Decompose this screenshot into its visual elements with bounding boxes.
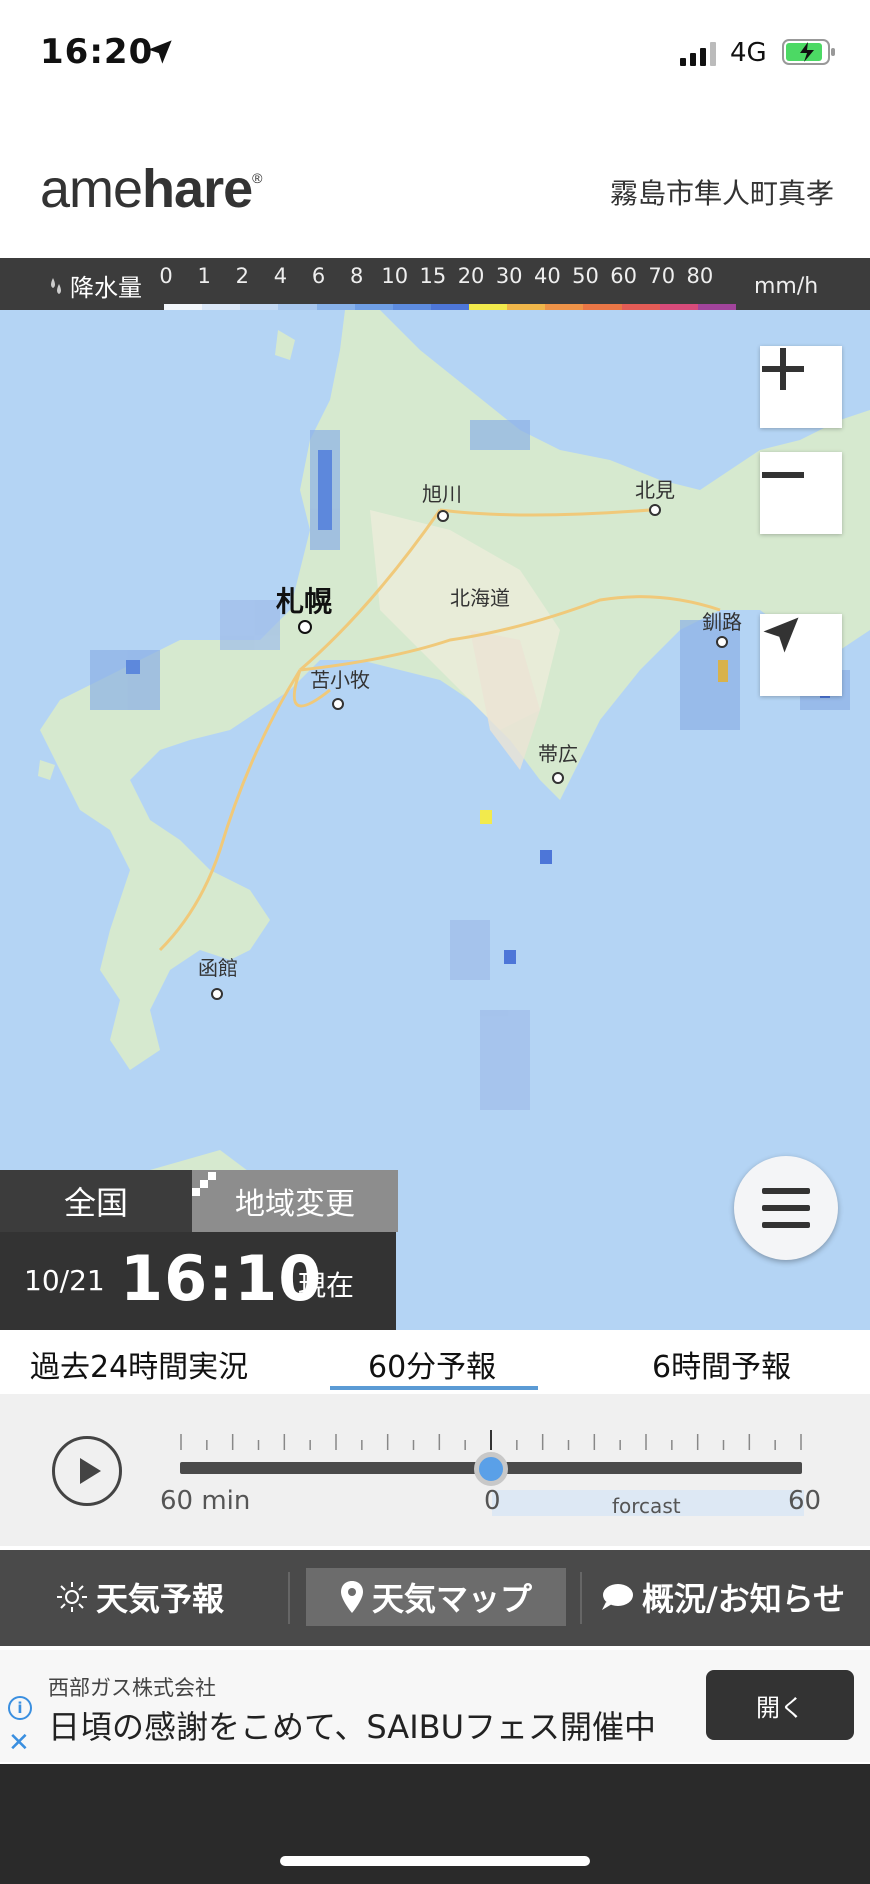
- current-location[interactable]: 霧島市隼人町真孝: [610, 172, 834, 212]
- ad-info-icon[interactable]: i: [8, 1696, 32, 1720]
- city-label: 北海道: [450, 586, 510, 610]
- tab-6h-forecast[interactable]: 6時間予報: [652, 1342, 791, 1386]
- speech-bubble-icon: [602, 1584, 633, 1610]
- legend-value: 1: [197, 264, 211, 288]
- ad-sponsor: 西部ガス株式会社: [48, 1676, 216, 1700]
- legend-value: 8: [349, 264, 364, 288]
- legend-value: 0: [159, 264, 173, 288]
- advertisement-banner[interactable]: i ✕ 西部ガス株式会社 日頃の感謝をこめて、SAIBUフェス開催中 開く: [0, 1650, 870, 1762]
- region-bar: 全国 地域変更: [0, 1170, 398, 1232]
- zoom-in-button[interactable]: [760, 346, 842, 428]
- minus-icon: [762, 472, 804, 478]
- city-marker: [716, 636, 728, 648]
- ad-text: 日頃の感謝をこめて、SAIBUフェス開催中: [48, 1708, 657, 1746]
- status-time: 16:20: [40, 32, 154, 72]
- legend-value: 20: [457, 264, 485, 288]
- active-tab-indicator: [330, 1386, 538, 1390]
- nationwide-button[interactable]: 全国: [0, 1170, 192, 1232]
- city-label: 札幌: [275, 585, 333, 618]
- timeline-end-label: 60: [788, 1486, 822, 1516]
- ad-open-button[interactable]: 開く: [706, 1670, 854, 1740]
- change-region-label: 地域変更: [235, 1187, 355, 1222]
- map-now-label: 現在: [298, 1269, 355, 1302]
- hamburger-icon: [762, 1188, 810, 1228]
- ad-close-icon[interactable]: ✕: [8, 1728, 30, 1758]
- rain-map[interactable]: 旭川 北見 札幌 北海道 帯広 釧路 苫小牧 函館 全国 地域変更 10/21 …: [0, 310, 870, 1330]
- city-marker: [211, 988, 223, 1000]
- nav-label: 天気予報: [96, 1580, 225, 1618]
- legend-value: 30: [495, 264, 523, 288]
- timeline-thumb[interactable]: [474, 1452, 508, 1486]
- play-button[interactable]: [52, 1436, 122, 1506]
- forecast-tabs: 過去24時間実況 60分予報 6時間予報: [0, 1330, 870, 1394]
- change-region-button[interactable]: 地域変更: [192, 1170, 398, 1232]
- network-type: 4G: [730, 38, 767, 68]
- city-label: 旭川: [422, 482, 462, 506]
- legend-value: 70: [648, 264, 676, 288]
- city-label: 帯広: [538, 742, 578, 766]
- play-icon: [80, 1458, 101, 1484]
- current-location-button[interactable]: [760, 614, 842, 696]
- city-marker: [649, 504, 661, 516]
- nav-weather-forecast[interactable]: 天気予報: [56, 1568, 224, 1626]
- timeline-start-label: 60 min: [160, 1486, 251, 1516]
- nav-divider: [288, 1572, 290, 1624]
- signal-icon: [680, 42, 716, 66]
- map-pin-icon: [340, 1581, 363, 1613]
- nav-divider: [580, 1572, 582, 1624]
- nav-label: 概況/お知らせ: [642, 1580, 846, 1618]
- app-header: amehare® 霧島市隼人町真孝: [0, 150, 870, 260]
- nav-weather-map[interactable]: 天気マップ: [306, 1568, 566, 1626]
- tab-past-24h[interactable]: 過去24時間実況: [30, 1342, 248, 1386]
- nav-overview-news[interactable]: 概況/お知らせ: [600, 1568, 845, 1626]
- timeline-zero-label: 0: [484, 1486, 501, 1516]
- raindrop-icon: [51, 278, 61, 294]
- city-marker: [437, 510, 449, 522]
- city-label: 北見: [635, 478, 675, 502]
- location-arrow-icon: [148, 40, 172, 64]
- menu-button[interactable]: [734, 1156, 838, 1260]
- region-change-icon: [192, 1172, 216, 1196]
- map-time: 16:10: [120, 1242, 323, 1315]
- legend-unit: mm/h: [754, 274, 819, 299]
- zoom-out-button[interactable]: [760, 452, 842, 534]
- current-time-box: 10/21 16:10 現在: [0, 1232, 396, 1330]
- legend-scale: 0 1 2 4 6 8 10 15 20 30 40 50 60 70 80: [159, 264, 736, 312]
- navigation-arrow-icon: [763, 617, 799, 653]
- legend-value: 10: [381, 264, 409, 288]
- precipitation-legend: 降水量 0 1 2 4 6 8 10 15 20 30 40 50 60 70 80 mm/h: [0, 258, 870, 312]
- home-indicator[interactable]: [280, 1856, 590, 1866]
- legend-value: 60: [610, 264, 637, 288]
- sun-icon: [57, 1582, 87, 1612]
- legend-title: 降水量: [70, 274, 142, 302]
- legend-value: 15: [419, 264, 447, 288]
- city-label: 釧路: [702, 610, 742, 634]
- tab-60min-forecast[interactable]: 60分予報: [368, 1342, 496, 1386]
- legend-value: 40: [533, 264, 561, 288]
- battery-charging-icon: [782, 39, 835, 65]
- amehare-logo[interactable]: amehare®: [40, 158, 262, 220]
- city-marker: [552, 772, 564, 784]
- time-player: 60 min 0 forcast 60: [0, 1394, 870, 1546]
- timeline-forecast-label: forcast: [612, 1494, 681, 1518]
- bottom-navigation: 天気予報 天気マップ 概況/お知らせ: [0, 1550, 870, 1646]
- legend-value: 50: [572, 264, 599, 288]
- city-label: 函館: [198, 956, 238, 980]
- timeline-ticks: [180, 1430, 802, 1450]
- city-label: 苫小牧: [310, 668, 370, 692]
- city-marker: [332, 698, 344, 710]
- legend-value: 80: [686, 264, 714, 288]
- map-date: 10/21: [24, 1264, 105, 1297]
- legend-value: 2: [235, 264, 249, 288]
- nav-label: 天気マップ: [371, 1580, 532, 1618]
- city-marker: [298, 620, 312, 634]
- home-area: [0, 1764, 870, 1884]
- legend-value: 4: [273, 264, 288, 288]
- legend-value: 6: [311, 264, 326, 288]
- plus-icon: [762, 348, 804, 390]
- status-bar: 16:20 4G: [0, 0, 870, 110]
